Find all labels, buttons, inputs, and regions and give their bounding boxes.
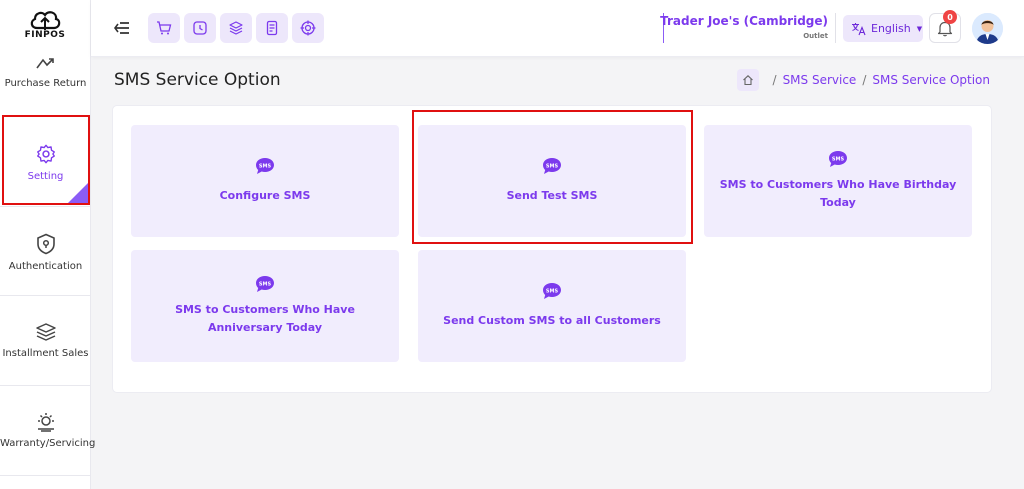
breadcrumb-link-sms-service[interactable]: SMS Service — [783, 73, 857, 87]
sidebar: FINPOS Purchase Return Setting Authentic… — [0, 0, 96, 489]
sidebar-item-warranty-servicing[interactable]: Warranty/Servicing — [0, 386, 96, 476]
sms-icon-text: SMS — [546, 288, 559, 294]
sms-bubble-icon: SMS — [543, 283, 561, 299]
warranty-icon — [37, 413, 54, 432]
card-custom-sms[interactable]: SMS Send Custom SMS to all Customers — [418, 250, 686, 362]
sms-bubble-icon: SMS — [256, 158, 274, 174]
breadcrumb-separator: / — [772, 73, 777, 87]
home-icon — [742, 75, 753, 86]
breadcrumb-home-button[interactable] — [736, 69, 759, 91]
sidebar-item-label: Purchase Return — [4, 78, 87, 89]
breadcrumb: / SMS Service / SMS Service Option — [736, 69, 990, 91]
sms-bubble-icon: SMS — [256, 276, 274, 292]
logo-text: FINPOS — [24, 30, 66, 40]
sms-bubble-icon: SMS — [829, 151, 847, 167]
cart-icon — [157, 21, 172, 35]
shield-lock-icon — [36, 233, 55, 255]
active-item-highlight — [2, 115, 90, 205]
header-divider — [835, 13, 836, 43]
menu-toggle-button[interactable] — [113, 18, 133, 38]
sidebar-item-purchase-return[interactable]: Purchase Return — [0, 56, 91, 116]
card-title: Configure SMS — [219, 189, 311, 202]
stack-icon — [229, 21, 243, 35]
quick-history-button[interactable] — [184, 13, 216, 43]
layers-icon — [35, 323, 56, 341]
user-avatar-icon — [972, 13, 1003, 44]
app-logo[interactable]: FINPOS — [18, 8, 72, 48]
target-icon — [300, 20, 316, 36]
store-name[interactable]: Trader Joe's (Cambridge) — [660, 14, 828, 28]
card-configure-sms[interactable]: SMS Configure SMS — [131, 125, 399, 237]
sms-icon-text: SMS — [259, 163, 272, 169]
sidebar-item-installment-sales[interactable]: Installment Sales — [0, 296, 91, 386]
sms-icon-text: SMS — [259, 281, 272, 287]
user-avatar[interactable] — [972, 13, 1003, 44]
breadcrumb-separator: / — [862, 73, 867, 87]
notification-badge: 0 — [943, 10, 957, 24]
sidebar-item-label: Warranty/Servicing — [0, 438, 96, 449]
quick-pos-button[interactable] — [148, 13, 180, 43]
sidebar-item-authentication[interactable]: Authentication — [0, 206, 91, 296]
sidebar-item-label: Installment Sales — [2, 348, 89, 359]
store-type: Outlet — [803, 32, 828, 40]
language-label: English — [871, 22, 911, 35]
return-arrow-icon — [35, 58, 54, 69]
language-dropdown[interactable]: English ▼ — [843, 15, 923, 42]
card-title: Send Custom SMS to all Customers — [443, 314, 661, 327]
card-highlight-outline — [412, 110, 693, 244]
collapse-menu-icon — [114, 22, 129, 34]
clock-icon — [193, 21, 207, 35]
receipt-icon — [266, 20, 278, 36]
quick-receipt-button[interactable] — [256, 13, 288, 43]
quick-stock-button[interactable] — [220, 13, 252, 43]
page-title: SMS Service Option — [114, 70, 281, 90]
quick-target-button[interactable] — [292, 13, 324, 43]
active-corner-marker — [68, 183, 88, 203]
top-bar: Trader Joe's (Cambridge) Outlet English … — [91, 0, 1024, 57]
cloud-logo-icon — [30, 11, 61, 30]
card-title: SMS to Customers Who Have Birthday Today — [719, 178, 957, 209]
caret-down-icon: ▼ — [916, 24, 923, 33]
card-birthday-sms[interactable]: SMS SMS to Customers Who Have Birthday T… — [704, 125, 972, 237]
card-anniversary-sms[interactable]: SMS SMS to Customers Who Have Anniversar… — [131, 250, 399, 362]
sidebar-item-label: Authentication — [8, 261, 83, 272]
sms-icon-text: SMS — [832, 156, 845, 162]
card-title: SMS to Customers Who Have Anniversary To… — [175, 303, 355, 334]
breadcrumb-current: SMS Service Option — [872, 73, 990, 87]
translate-icon — [852, 22, 866, 35]
